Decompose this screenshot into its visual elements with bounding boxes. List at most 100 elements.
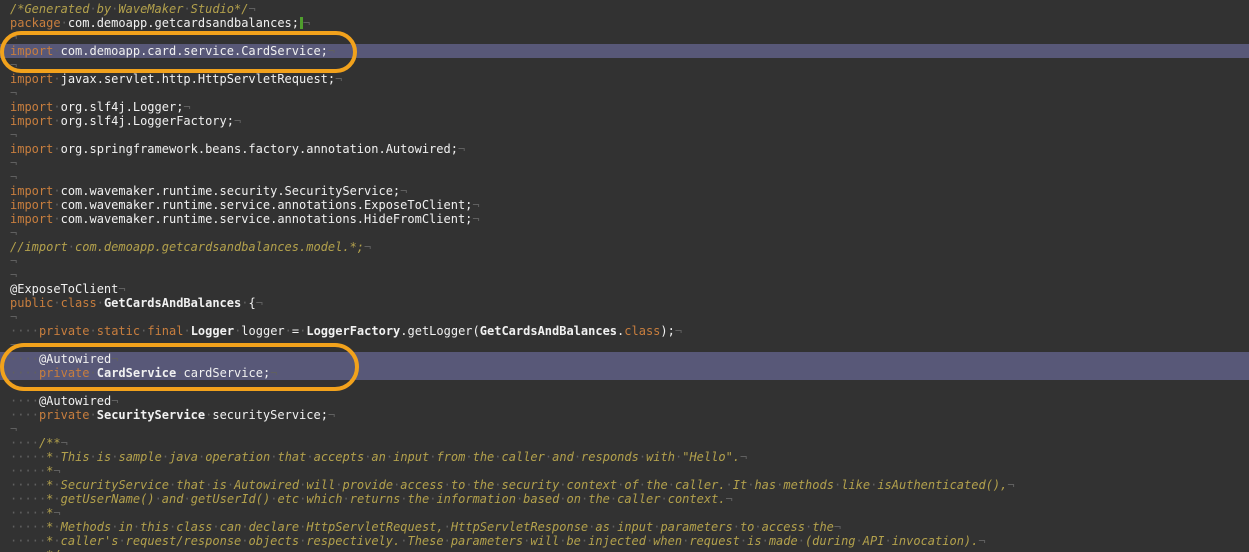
token-keyword: import bbox=[10, 198, 53, 212]
token-text: @ExposeToClient¬ bbox=[10, 282, 126, 296]
whitespace-dot: · bbox=[32, 436, 39, 450]
token-text: · bbox=[90, 408, 97, 422]
code-line[interactable]: import·org.slf4j.Logger;¬ bbox=[0, 100, 1249, 114]
token-comment: /** bbox=[39, 436, 61, 450]
token-keyword: import bbox=[10, 44, 53, 58]
whitespace-dot: · bbox=[798, 534, 805, 548]
token-keyword: import bbox=[10, 114, 53, 128]
code-line[interactable]: ¬ bbox=[0, 338, 1249, 352]
code-line[interactable]: ¬ bbox=[0, 268, 1249, 282]
newline-marker: ¬ bbox=[328, 44, 335, 58]
whitespace-dot: · bbox=[285, 324, 292, 338]
whitespace-dot: · bbox=[53, 296, 60, 310]
code-line[interactable]: ¬ bbox=[0, 86, 1249, 100]
code-line[interactable]: ·····*·caller's·request/response·objects… bbox=[0, 534, 1249, 548]
code-line[interactable]: import·javax.servlet.http.HttpServletReq… bbox=[0, 72, 1249, 86]
code-line[interactable]: public·class·GetCardsAndBalances·{¬ bbox=[0, 296, 1249, 310]
code-line[interactable]: ¬ bbox=[0, 422, 1249, 436]
whitespace-dot: · bbox=[90, 450, 97, 464]
whitespace-dot: · bbox=[559, 534, 566, 548]
code-line[interactable]: ·····*·Methods·in·this·class·can·declare… bbox=[0, 520, 1249, 534]
token-text: ¬ bbox=[10, 268, 17, 282]
whitespace-dot: · bbox=[733, 520, 740, 534]
code-line[interactable]: ·····*¬ bbox=[0, 506, 1249, 520]
whitespace-dot: · bbox=[270, 450, 277, 464]
token-text: ····· bbox=[10, 492, 46, 506]
code-line[interactable]: ····@Autowired¬ bbox=[0, 352, 1249, 366]
whitespace-dot: · bbox=[465, 478, 472, 492]
newline-marker: ¬ bbox=[10, 170, 17, 184]
whitespace-dot: · bbox=[241, 296, 248, 310]
code-line[interactable]: import·org.slf4j.LoggerFactory;¬ bbox=[0, 114, 1249, 128]
code-line[interactable]: ¬ bbox=[0, 380, 1249, 394]
whitespace-dot: · bbox=[90, 324, 97, 338]
code-line[interactable]: /*Generated·by·WaveMaker·Studio*/¬ bbox=[0, 2, 1249, 16]
whitespace-dot: · bbox=[386, 450, 393, 464]
token-keyword: final bbox=[147, 324, 183, 338]
whitespace-dot: · bbox=[516, 492, 523, 506]
token-text: ····@Autowired¬ bbox=[10, 352, 118, 366]
newline-marker: ¬ bbox=[726, 492, 733, 506]
whitespace-dot: · bbox=[834, 478, 841, 492]
token-text: ·org.springframework.beans.factory.annot… bbox=[53, 142, 465, 156]
whitespace-dot: · bbox=[364, 450, 371, 464]
whitespace-dot: · bbox=[32, 324, 39, 338]
code-line[interactable]: ·····*·SecurityService·that·is·Autowired… bbox=[0, 478, 1249, 492]
newline-marker: ¬ bbox=[248, 2, 255, 16]
token-keyword: static bbox=[97, 324, 140, 338]
token-text: ·com.wavemaker.runtime.security.Security… bbox=[53, 184, 407, 198]
code-line[interactable]: ·····*¬ bbox=[0, 464, 1249, 478]
token-text: ···· bbox=[10, 366, 39, 380]
whitespace-dot: · bbox=[53, 142, 60, 156]
newline-marker: ¬ bbox=[10, 422, 17, 436]
whitespace-dot: · bbox=[205, 408, 212, 422]
token-text: ¬ bbox=[10, 310, 17, 324]
whitespace-dot: · bbox=[32, 478, 39, 492]
code-editor[interactable]: /*Generated·by·WaveMaker·Studio*/¬packag… bbox=[0, 0, 1249, 552]
token-text: · bbox=[53, 296, 60, 310]
code-line[interactable]: ····private·SecurityService·securityServ… bbox=[0, 408, 1249, 422]
newline-marker: ¬ bbox=[472, 212, 479, 226]
code-line[interactable]: ¬ bbox=[0, 128, 1249, 142]
code-line[interactable]: @ExposeToClient¬ bbox=[0, 282, 1249, 296]
code-line[interactable]: ¬ bbox=[0, 156, 1249, 170]
whitespace-dot: · bbox=[444, 520, 451, 534]
whitespace-dot: · bbox=[111, 520, 118, 534]
code-line[interactable]: import·com.demoapp.card.service.CardServ… bbox=[0, 44, 1249, 58]
code-line[interactable]: ¬ bbox=[0, 170, 1249, 184]
code-line[interactable]: ·····*/ bbox=[0, 548, 1249, 552]
whitespace-dot: · bbox=[24, 352, 31, 366]
code-line[interactable]: ¬ bbox=[0, 310, 1249, 324]
whitespace-dot: · bbox=[610, 520, 617, 534]
code-line[interactable]: ¬ bbox=[0, 254, 1249, 268]
code-line[interactable]: ····/**¬ bbox=[0, 436, 1249, 450]
code-line[interactable]: import·com.wavemaker.runtime.service.ann… bbox=[0, 212, 1249, 226]
token-text: ····· bbox=[10, 520, 46, 534]
code-line[interactable]: import·com.wavemaker.runtime.security.Se… bbox=[0, 184, 1249, 198]
code-line[interactable]: ····@Autowired¬ bbox=[0, 394, 1249, 408]
token-text: ¬ bbox=[248, 2, 255, 16]
code-line[interactable]: package·com.demoapp.getcardsandbalances;… bbox=[0, 16, 1249, 30]
code-line[interactable]: ····private·CardService·cardService;¬ bbox=[0, 366, 1249, 380]
code-line[interactable]: //import·com.demoapp.getcardsandbalances… bbox=[0, 240, 1249, 254]
whitespace-dot: · bbox=[342, 492, 349, 506]
whitespace-dot: · bbox=[111, 450, 118, 464]
token-text: ·javax.servlet.http.HttpServletRequest;¬ bbox=[53, 72, 342, 86]
code-line[interactable]: import·org.springframework.beans.factory… bbox=[0, 142, 1249, 156]
code-line[interactable]: ¬ bbox=[0, 58, 1249, 72]
newline-marker: ¬ bbox=[978, 534, 985, 548]
newline-marker: ¬ bbox=[1007, 478, 1014, 492]
code-line[interactable]: ¬ bbox=[0, 226, 1249, 240]
code-line[interactable]: import·com.wavemaker.runtime.service.ann… bbox=[0, 198, 1249, 212]
whitespace-dot: · bbox=[870, 478, 877, 492]
code-line[interactable]: ¬ bbox=[0, 30, 1249, 44]
whitespace-dot: · bbox=[53, 492, 60, 506]
whitespace-dot: · bbox=[241, 534, 248, 548]
code-line[interactable]: ····private·static·final·Logger·logger·=… bbox=[0, 324, 1249, 338]
token-comment: */ bbox=[46, 548, 60, 552]
whitespace-dot: · bbox=[32, 366, 39, 380]
code-line[interactable]: ·····*·This·is·sample·java·operation·tha… bbox=[0, 450, 1249, 464]
code-line[interactable]: ·····*·getUserName()·and·getUserId()·etc… bbox=[0, 492, 1249, 506]
token-text: ¬ bbox=[10, 254, 17, 268]
token-keyword: public bbox=[10, 296, 53, 310]
